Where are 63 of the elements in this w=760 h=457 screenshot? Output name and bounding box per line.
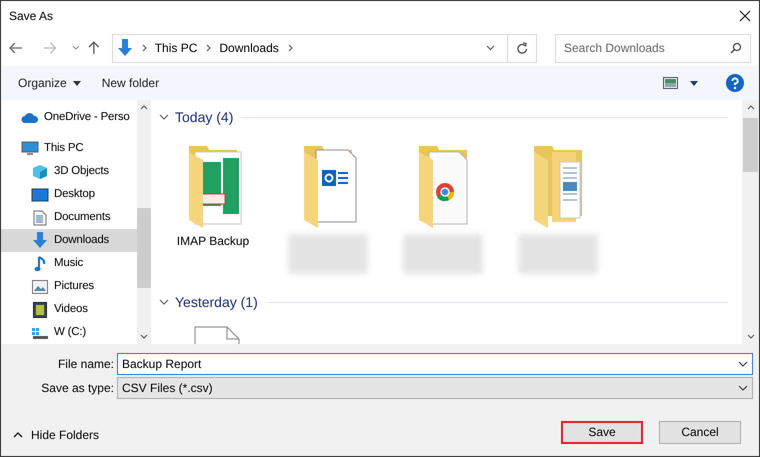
view-icon[interactable] bbox=[663, 77, 678, 89]
picture-icon bbox=[31, 280, 49, 294]
cube-icon bbox=[31, 164, 49, 180]
breadcrumb-item[interactable]: This PC bbox=[154, 39, 198, 57]
chevron-right-icon bbox=[142, 44, 147, 52]
refresh-icon[interactable] bbox=[516, 42, 528, 54]
group-header[interactable]: Today (4) bbox=[175, 106, 234, 128]
back-icon[interactable] bbox=[9, 42, 23, 54]
drive-icon bbox=[31, 326, 49, 338]
cloud-icon bbox=[21, 112, 39, 124]
help-icon[interactable] bbox=[726, 74, 744, 92]
caret-icon[interactable] bbox=[690, 80, 698, 86]
scroll-down-icon[interactable] bbox=[140, 334, 148, 339]
dialog-button[interactable]: Cancel bbox=[659, 420, 741, 444]
address-bar[interactable]: This PC Downloads bbox=[112, 34, 537, 62]
chevron-down-icon[interactable] bbox=[738, 361, 748, 367]
scroll-down-icon[interactable] bbox=[746, 334, 754, 339]
sidebar-item[interactable]: Desktop bbox=[1, 183, 137, 206]
sidebar-item[interactable]: This PC bbox=[1, 137, 137, 160]
scrollbar[interactable] bbox=[742, 100, 759, 344]
field-label: File name: bbox=[56, 356, 115, 373]
sidebar-item[interactable]: Videos bbox=[1, 298, 137, 321]
caret-icon bbox=[72, 80, 81, 86]
download-arrow-icon bbox=[31, 232, 49, 249]
search-field[interactable]: Search Downloads bbox=[555, 34, 751, 62]
chevron-down-icon[interactable] bbox=[486, 45, 495, 51]
scroll-up-icon[interactable] bbox=[140, 105, 148, 110]
window-title: Save As bbox=[9, 8, 54, 24]
group-header[interactable]: Yesterday (1) bbox=[175, 292, 258, 312]
breadcrumb-item[interactable]: Downloads bbox=[219, 39, 279, 57]
chevron-down-icon[interactable] bbox=[159, 299, 169, 305]
sidebar-item[interactable]: OneDrive - Perso bbox=[1, 106, 137, 129]
download-arrow-icon bbox=[116, 39, 133, 57]
chevron-up-icon bbox=[13, 432, 23, 438]
sidebar-item[interactable]: Documents bbox=[1, 206, 137, 229]
sidebar-item[interactable]: 3D Objects bbox=[1, 160, 137, 183]
film-icon bbox=[31, 302, 49, 318]
chevron-right-icon[interactable] bbox=[288, 44, 293, 52]
new-folder-button[interactable]: New folder bbox=[102, 74, 160, 92]
sidebar-item[interactable]: W (C:) bbox=[1, 321, 137, 344]
dialog-button[interactable]: Save bbox=[561, 420, 643, 444]
chevron-down-icon bbox=[738, 385, 748, 391]
scrollbar[interactable] bbox=[137, 100, 151, 344]
search-icon bbox=[730, 42, 742, 54]
desktop-icon bbox=[31, 188, 49, 202]
sidebar-item[interactable]: Downloads bbox=[1, 229, 137, 252]
file-type-dropdown[interactable]: CSV Files (*.csv) bbox=[117, 377, 753, 399]
file-name-field[interactable]: Backup Report bbox=[117, 353, 753, 375]
scroll-up-icon[interactable] bbox=[746, 105, 754, 110]
sidebar-item[interactable]: Music bbox=[1, 252, 137, 275]
chevron-down-icon[interactable] bbox=[159, 114, 169, 120]
document-icon bbox=[31, 210, 49, 226]
scroll-thumb[interactable] bbox=[743, 118, 758, 172]
hide-folders-button[interactable]: Hide Folders bbox=[13, 426, 100, 444]
organize-menu[interactable]: Organize bbox=[18, 74, 81, 92]
monitor-icon bbox=[21, 141, 39, 156]
file-label: IMAP Backup bbox=[176, 233, 250, 250]
field-label: Save as type: bbox=[40, 380, 115, 397]
sidebar-item[interactable]: Pictures bbox=[1, 275, 137, 298]
up-arrow-icon[interactable] bbox=[88, 41, 100, 55]
scroll-thumb[interactable] bbox=[137, 208, 151, 288]
chevron-right-icon bbox=[206, 44, 212, 52]
close-icon[interactable] bbox=[739, 10, 751, 22]
